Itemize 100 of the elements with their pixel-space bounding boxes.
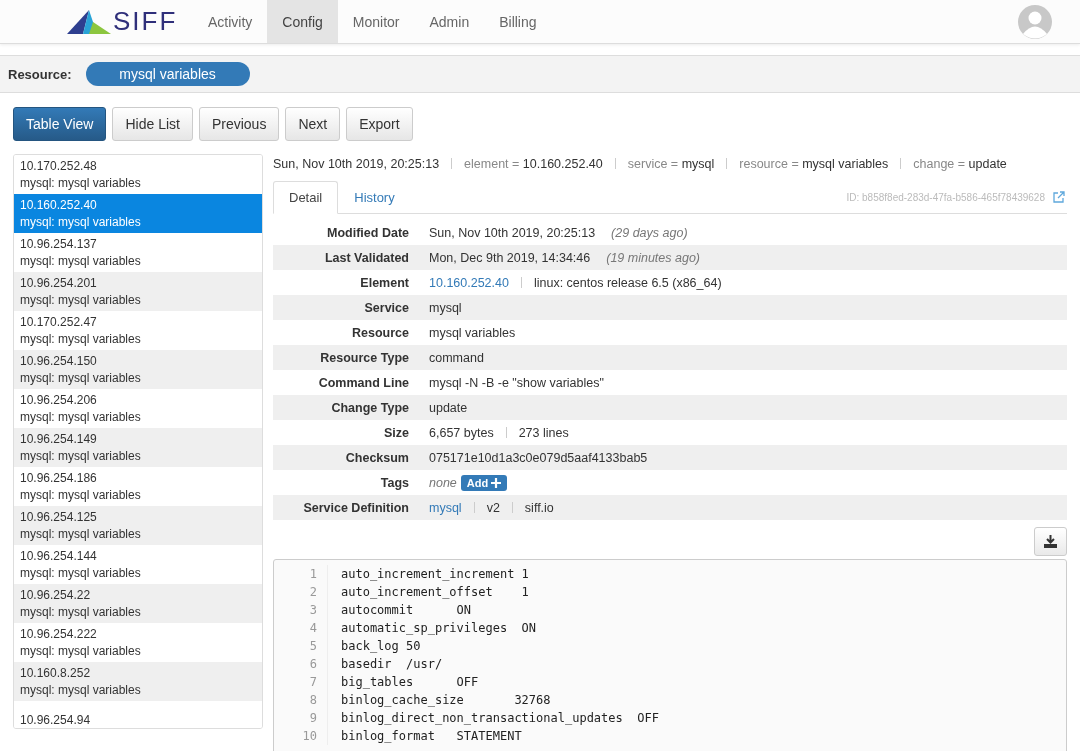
- line-number: 2: [274, 583, 328, 601]
- record-list-item[interactable]: 10.96.254.150 mysql: mysql variables: [14, 350, 262, 389]
- external-link-icon[interactable]: [1053, 191, 1065, 203]
- field-label: Modified Date: [326, 225, 410, 240]
- item-address: 10.170.252.48: [20, 157, 98, 175]
- item-address: 10.96.254.125: [20, 508, 98, 526]
- nav-tab[interactable]: Admin: [414, 0, 485, 43]
- record-id: ID: b858f8ed-283d-47fa-b586-465f78439628: [846, 191, 1045, 203]
- item-resource: mysql: mysql variables: [20, 447, 142, 465]
- item-address: 10.96.254.150: [20, 352, 98, 370]
- record-list-item[interactable]: 10.96.254.201 mysql: mysql variables: [14, 272, 262, 311]
- nav-tab[interactable]: Monitor: [337, 0, 415, 43]
- line-number: 1: [274, 565, 328, 583]
- avatar-icon[interactable]: [1018, 4, 1052, 39]
- field-label: Tags: [379, 475, 410, 490]
- item-resource: mysql: mysql variables: [20, 174, 142, 192]
- code-line: binlog_cache_size 32768: [341, 692, 551, 709]
- toolbar-button[interactable]: Export: [346, 107, 413, 141]
- field-label: Last Validated: [323, 250, 410, 265]
- field-note: (29 days ago): [611, 225, 688, 240]
- brand-name: SIFF: [113, 6, 178, 37]
- record-list-item[interactable]: 10.160.8.252 mysql: mysql variables: [14, 662, 262, 701]
- code-line: binlog_direct_non_transactional_updates OFF: [341, 710, 659, 727]
- field-label: Service Definition: [302, 500, 410, 515]
- item-resource: mysql: mysql variables: [20, 486, 142, 504]
- record-list-item[interactable]: 10.96.254.125 mysql: mysql variables: [14, 506, 262, 545]
- line-number: 9: [274, 709, 328, 727]
- value-separator: [511, 502, 513, 513]
- detail-tab[interactable]: History: [338, 181, 411, 214]
- record-list-item[interactable]: 10.96.254.22 mysql: mysql variables: [14, 584, 262, 623]
- field-note: (19 minutes ago): [606, 250, 701, 265]
- item-resource: mysql: mysql variables: [20, 525, 142, 543]
- field-label: Resource: [351, 325, 410, 340]
- code-line: binlog_format STATEMENT: [341, 728, 522, 745]
- line-number: 3: [274, 601, 328, 619]
- item-address: 10.96.254.144: [20, 547, 98, 565]
- resource-selector[interactable]: mysql variables: [85, 62, 250, 86]
- field-label: Size: [383, 425, 410, 440]
- resource-label: Resource:: [8, 66, 72, 82]
- item-resource: mysql: mysql variables: [20, 252, 142, 270]
- summary-field: change = update: [913, 156, 1007, 171]
- item-address: 10.160.8.252: [20, 664, 92, 682]
- record-list-item[interactable]: 10.96.254.149 mysql: mysql variables: [14, 428, 262, 467]
- line-number: 8: [274, 691, 328, 709]
- field-value: 273 lines: [518, 425, 569, 440]
- code-line: back_log 50: [341, 638, 421, 655]
- field-value: v2: [486, 500, 500, 515]
- field-note: none: [429, 475, 457, 490]
- item-address: 10.170.252.47: [20, 313, 98, 331]
- field-label: Element: [359, 275, 410, 290]
- field-value: siff.io: [524, 500, 554, 515]
- field-label: Checksum: [344, 450, 410, 465]
- field-label: Change Type: [330, 400, 410, 415]
- field-value: Sun, Nov 10th 2019, 20:25:13: [429, 225, 596, 240]
- detail-tab[interactable]: Detail: [273, 181, 339, 214]
- field-link[interactable]: mysql: [429, 500, 462, 515]
- item-resource: mysql: mysql variables: [20, 213, 142, 231]
- line-number: 10: [274, 727, 328, 745]
- item-address: 10.96.254.222: [20, 625, 98, 643]
- toolbar-button[interactable]: Hide List: [112, 107, 193, 141]
- item-address: 10.160.252.40: [20, 196, 98, 214]
- line-number: 5: [274, 637, 328, 655]
- item-resource: mysql: mysql variables: [20, 330, 142, 348]
- field-label: Service: [363, 300, 410, 315]
- item-resource: mysql: mysql variables: [20, 642, 142, 660]
- toolbar-button[interactable]: Table View: [13, 107, 107, 141]
- plus-icon: [491, 477, 502, 488]
- summary-field: service = mysql: [627, 156, 715, 171]
- add-tag-button[interactable]: Add: [460, 474, 508, 491]
- nav-tab[interactable]: Activity: [193, 0, 268, 43]
- field-value: update: [429, 400, 468, 415]
- item-resource: mysql: mysql variables: [20, 408, 142, 426]
- field-value: mysql variables: [429, 325, 516, 340]
- field-value: command: [429, 350, 484, 365]
- download-button[interactable]: [1034, 527, 1067, 556]
- item-resource: mysql: mysql variables: [20, 369, 142, 387]
- code-line: autocommit ON: [341, 602, 472, 619]
- item-resource: mysql: mysql variables: [20, 291, 142, 309]
- item-address: 10.96.254.186: [20, 469, 98, 487]
- toolbar-button[interactable]: Next: [285, 107, 341, 141]
- record-list-item[interactable]: 10.160.252.40 mysql: mysql variables: [14, 194, 262, 233]
- logo-icon: [67, 9, 111, 34]
- code-line: auto_increment_offset 1: [341, 584, 529, 601]
- code-line: auto_increment_increment 1: [341, 566, 529, 583]
- item-address: 10.96.254.149: [20, 430, 98, 448]
- field-value: mysql -N -B -e "show variables": [429, 375, 604, 390]
- item-address: 10.96.254.137: [20, 235, 98, 253]
- field-label: Command Line: [317, 375, 410, 390]
- field-label: Resource Type: [319, 350, 410, 365]
- item-resource: mysql: mysql variables: [20, 603, 142, 621]
- item-resource: mysql: mysql variables: [20, 564, 142, 582]
- download-icon: [1044, 535, 1057, 548]
- field-value: linux: centos release 6.5 (x86_64): [533, 275, 722, 290]
- field-value: mysql: [429, 300, 462, 315]
- toolbar-button[interactable]: Previous: [198, 107, 280, 141]
- nav-tab[interactable]: Config: [267, 0, 338, 43]
- field-link[interactable]: 10.160.252.40: [429, 275, 509, 290]
- nav-tab[interactable]: Billing: [484, 0, 552, 43]
- summary-field: resource = mysql variables: [739, 156, 889, 171]
- item-address: 10.96.254.201: [20, 274, 98, 292]
